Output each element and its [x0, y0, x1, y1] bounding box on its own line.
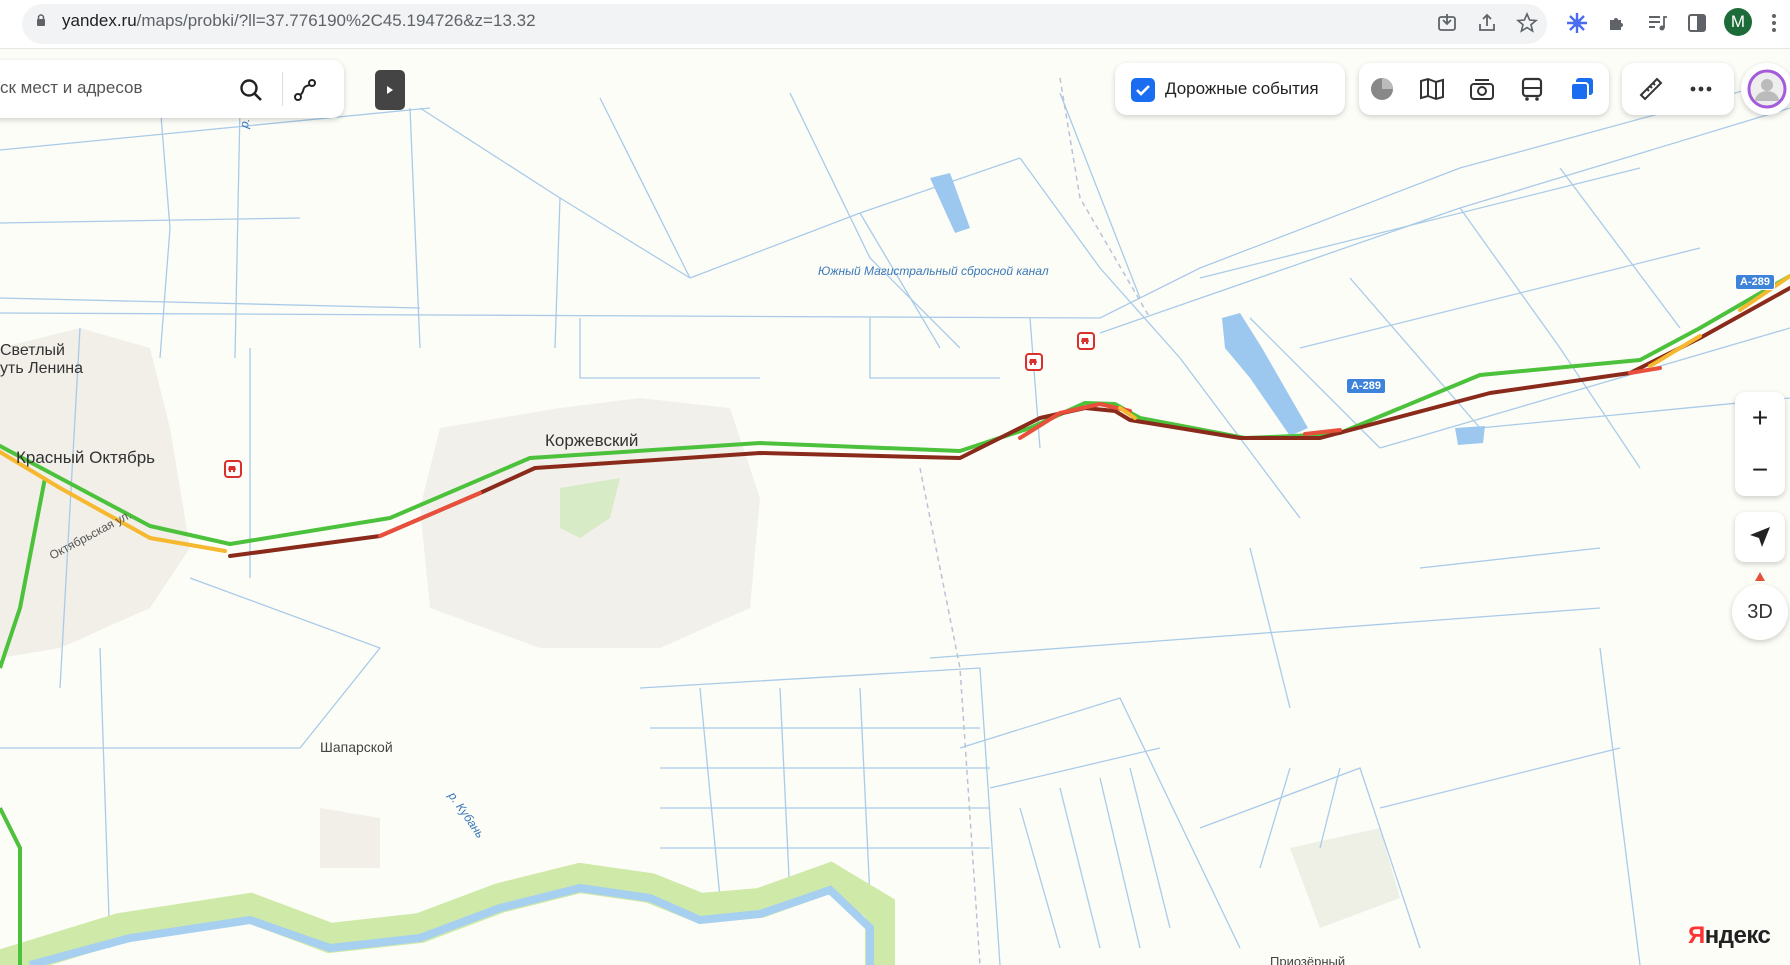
play-icon — [387, 86, 393, 94]
boundary-line — [919, 467, 981, 965]
url-host: yandex.ru — [62, 11, 137, 30]
install-icon[interactable] — [1436, 12, 1458, 34]
menu-kebab-icon[interactable] — [1763, 12, 1785, 34]
url-text[interactable]: yandex.ru/maps/probki/?ll=37.776190%2C45… — [62, 11, 536, 31]
divider — [282, 72, 283, 106]
map-canvas[interactable]: Светлый уть Ленина Красный Октябрь Корже… — [0, 48, 1790, 965]
url-path: /maps/probki/?ll=37.776190%2C45.194726&z… — [136, 11, 536, 30]
canal-label: Южный Магистральный сбросной канал — [818, 264, 1049, 278]
place-label: Шапарской — [320, 739, 393, 755]
more-icon[interactable] — [1688, 76, 1714, 102]
road-incident-icon[interactable] — [224, 460, 242, 478]
settlement-area — [1290, 828, 1400, 928]
transport-icon[interactable] — [1519, 76, 1545, 102]
media-icon[interactable] — [1646, 12, 1668, 34]
search-input[interactable]: ск мест и адресов — [0, 78, 143, 98]
yandex-logo: Яндекс — [1688, 922, 1771, 950]
pond — [1222, 313, 1308, 436]
pond — [1455, 426, 1485, 445]
zoom-controls: + − — [1735, 392, 1785, 496]
place-label: Красный Октябрь — [16, 448, 156, 467]
share-icon[interactable] — [1476, 12, 1498, 34]
collapse-panel-button[interactable] — [375, 70, 405, 110]
place-label: Приозёрный — [1270, 954, 1346, 965]
avatar — [1747, 69, 1787, 109]
road-incident-icon[interactable] — [1025, 353, 1043, 371]
logo-rest: ндекс — [1704, 922, 1771, 949]
extensions-icon[interactable] — [1606, 12, 1628, 34]
extension-snowflake-icon[interactable] — [1566, 12, 1588, 34]
layers-panel — [1359, 63, 1609, 115]
zoom-out-button[interactable]: − — [1735, 444, 1785, 496]
road-events-toggle[interactable]: Дорожные события — [1115, 63, 1345, 115]
browser-toolbar: yandex.ru/maps/probki/?ll=37.776190%2C45… — [0, 0, 1790, 49]
river-bank — [0, 861, 895, 965]
road-events-label: Дорожные события — [1165, 79, 1319, 98]
ruler-icon[interactable] — [1638, 76, 1664, 102]
my-location-button[interactable] — [1735, 512, 1785, 562]
traffic-layer-icon[interactable] — [1369, 76, 1395, 102]
3d-toggle-button[interactable]: 3D — [1732, 584, 1788, 640]
field-canal-lines — [0, 77, 1790, 965]
road-events-checkbox[interactable] — [1131, 78, 1155, 102]
tools-panel — [1622, 63, 1734, 115]
road-incident-icon[interactable] — [1077, 332, 1095, 350]
search-icon[interactable] — [238, 77, 264, 103]
road-shield: А-289 — [1735, 274, 1775, 290]
map-background — [0, 77, 1790, 965]
layers-icon[interactable] — [1569, 76, 1595, 102]
lock-icon — [37, 14, 45, 26]
place-label: Коржевский — [545, 431, 639, 450]
navigation-arrow-icon — [1750, 527, 1770, 547]
road-shield: А-289 — [1346, 378, 1386, 394]
user-profile-button[interactable] — [1741, 63, 1790, 115]
side-panel-icon[interactable] — [1686, 12, 1708, 34]
settlement-area — [320, 808, 380, 868]
route-icon[interactable] — [292, 77, 318, 103]
pond — [930, 173, 970, 233]
check-icon — [1136, 85, 1150, 96]
search-panel[interactable]: ск мест и адресов — [0, 60, 344, 118]
compass-north-icon — [1755, 572, 1765, 581]
place-label: уть Ленина — [0, 360, 84, 377]
star-icon[interactable] — [1516, 12, 1538, 34]
camera-icon[interactable] — [1469, 76, 1495, 102]
zoom-in-button[interactable]: + — [1735, 392, 1785, 444]
profile-avatar[interactable]: M — [1724, 8, 1752, 36]
road-traffic-free — [0, 807, 22, 965]
map-layers-icon[interactable] — [1419, 76, 1445, 102]
place-label: Светлый — [0, 342, 65, 359]
logo-first-letter: Я — [1688, 922, 1705, 949]
